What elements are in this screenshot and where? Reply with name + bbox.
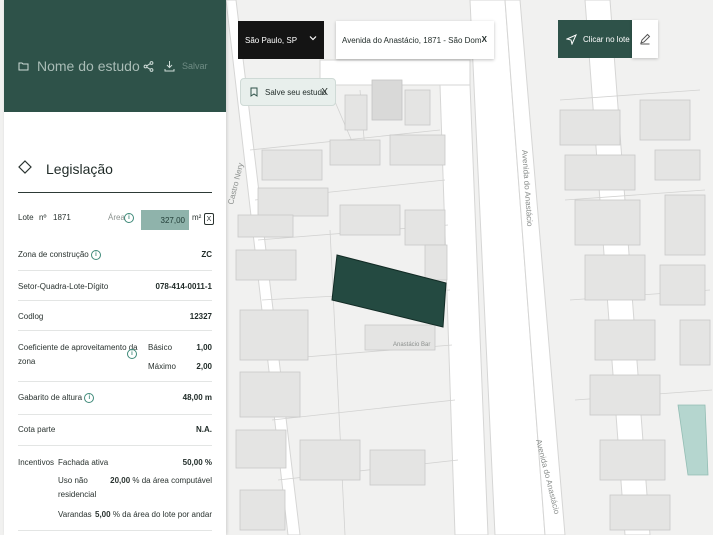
- incentives-row: Incentivos Fachada ativa 50,00 % Uso não…: [18, 458, 212, 531]
- legislation-header: Legislação: [18, 156, 212, 193]
- area-label: Área: [108, 213, 125, 222]
- area-unit: m²: [192, 213, 202, 222]
- address-text: Avenida do Anastácio, 1871 - São Domingo…: [342, 35, 482, 45]
- active-facade-label: Fachada ativa: [58, 458, 109, 467]
- click-lot-label: Clicar no lote: [583, 34, 630, 44]
- zone-label: Zona de construção: [18, 250, 89, 260]
- highlight-lot: [677, 404, 709, 476]
- address-search-input[interactable]: Avenida do Anastácio, 1871 - São Domingo…: [336, 21, 494, 59]
- area-value: 327,00: [160, 215, 185, 225]
- balconies-suffix: % da área do lote por andar: [112, 510, 212, 519]
- buildings-right: [559, 99, 711, 531]
- active-facade-value: 50,00 %: [182, 458, 212, 467]
- coefficient-row: Coeficiente de aproveitamento da zona i …: [18, 343, 212, 382]
- coefficient-label-1: Coeficiente de aproveitamento da: [18, 343, 138, 352]
- basic-label: Básico: [148, 343, 173, 352]
- incentives-label: Incentivos: [18, 458, 55, 467]
- zone-value: ZC: [201, 250, 212, 259]
- non-residential-suffix: % da área computável: [132, 476, 212, 485]
- zone-info-icon[interactable]: i: [90, 250, 101, 260]
- folder-icon[interactable]: [18, 61, 29, 71]
- edit-button[interactable]: [632, 20, 658, 58]
- cursor-arrow-icon: [566, 33, 577, 45]
- basic-value: 1,00: [196, 343, 212, 352]
- share-quota-label: Cota parte: [18, 425, 56, 434]
- city-select-value: São Paulo, SP: [245, 35, 298, 45]
- non-residential-label-1: Uso não: [58, 476, 88, 485]
- study-panel: Nome do estudo Salvar Legislação Lote nº…: [4, 0, 226, 535]
- clear-area-button[interactable]: X: [204, 213, 214, 225]
- coefficient-info-icon[interactable]: i: [127, 349, 137, 359]
- legislation-title: Legislação: [46, 161, 113, 177]
- share-quota-row: Cota parte N.A.: [18, 425, 212, 446]
- height-limit-row: Gabarito de altura i 48,00 m: [18, 393, 212, 415]
- maximum-label: Máximo: [148, 362, 177, 371]
- zone-row: Zona de construção i ZC: [18, 250, 212, 271]
- lot-label: Lote: [18, 213, 34, 222]
- height-limit-value: 48,00 m: [182, 393, 212, 402]
- codlog-label: Codlog: [18, 312, 44, 321]
- sector-value: 078-414-0011-1: [155, 282, 213, 291]
- close-save-banner-button[interactable]: X: [321, 87, 328, 98]
- codlog-value: 12327: [189, 312, 212, 321]
- share-icon[interactable]: [143, 60, 154, 72]
- maximum-value: 2,00: [196, 362, 212, 371]
- sector-row: Setor-Quadra-Lote-Dígito 078-414-0011-1: [18, 282, 212, 301]
- coefficient-label-2: zona: [18, 357, 36, 366]
- codlog-row: Codlog 12327: [18, 312, 212, 331]
- download-icon[interactable]: [164, 60, 175, 72]
- save-study-banner[interactable]: Salve seu estudo X: [240, 78, 336, 106]
- save-button[interactable]: Salvar: [182, 61, 208, 71]
- area-input[interactable]: 327,00: [141, 210, 189, 230]
- lot-number-label: nº: [39, 213, 47, 222]
- place-label-anastacio-bar: Anastácio Bar: [393, 342, 430, 348]
- sector-label: Setor-Quadra-Lote-Dígito: [18, 282, 109, 291]
- bookmark-icon: [249, 87, 259, 97]
- street-label-castro-nery: Castro Nery: [226, 162, 245, 206]
- height-limit-label: Gabarito de altura: [18, 393, 83, 403]
- non-residential-value: 20,00: [110, 476, 131, 485]
- share-quota-value: N.A.: [196, 425, 212, 434]
- save-study-label: Salve seu estudo: [265, 87, 327, 97]
- city-select[interactable]: São Paulo, SP: [238, 21, 324, 59]
- height-limit-info-icon[interactable]: i: [84, 393, 95, 403]
- area-info-icon[interactable]: i: [124, 213, 134, 223]
- study-name-input[interactable]: Nome do estudo: [37, 58, 140, 74]
- pencil-icon: [639, 33, 651, 45]
- click-lot-button[interactable]: Clicar no lote: [558, 20, 632, 58]
- diamond-icon: [18, 160, 32, 174]
- panel-header: Nome do estudo Salvar: [4, 0, 226, 112]
- lot-row: Lote nº 1871 Área i 327,00 m² X: [18, 210, 214, 235]
- balconies-label: Varandas: [58, 510, 92, 519]
- clear-address-button[interactable]: X: [482, 35, 487, 44]
- non-residential-label-2: residencial: [58, 490, 97, 499]
- balconies-value: 5,00: [95, 510, 111, 519]
- chevron-down-icon: [309, 34, 317, 44]
- lot-number-value: 1871: [53, 213, 71, 222]
